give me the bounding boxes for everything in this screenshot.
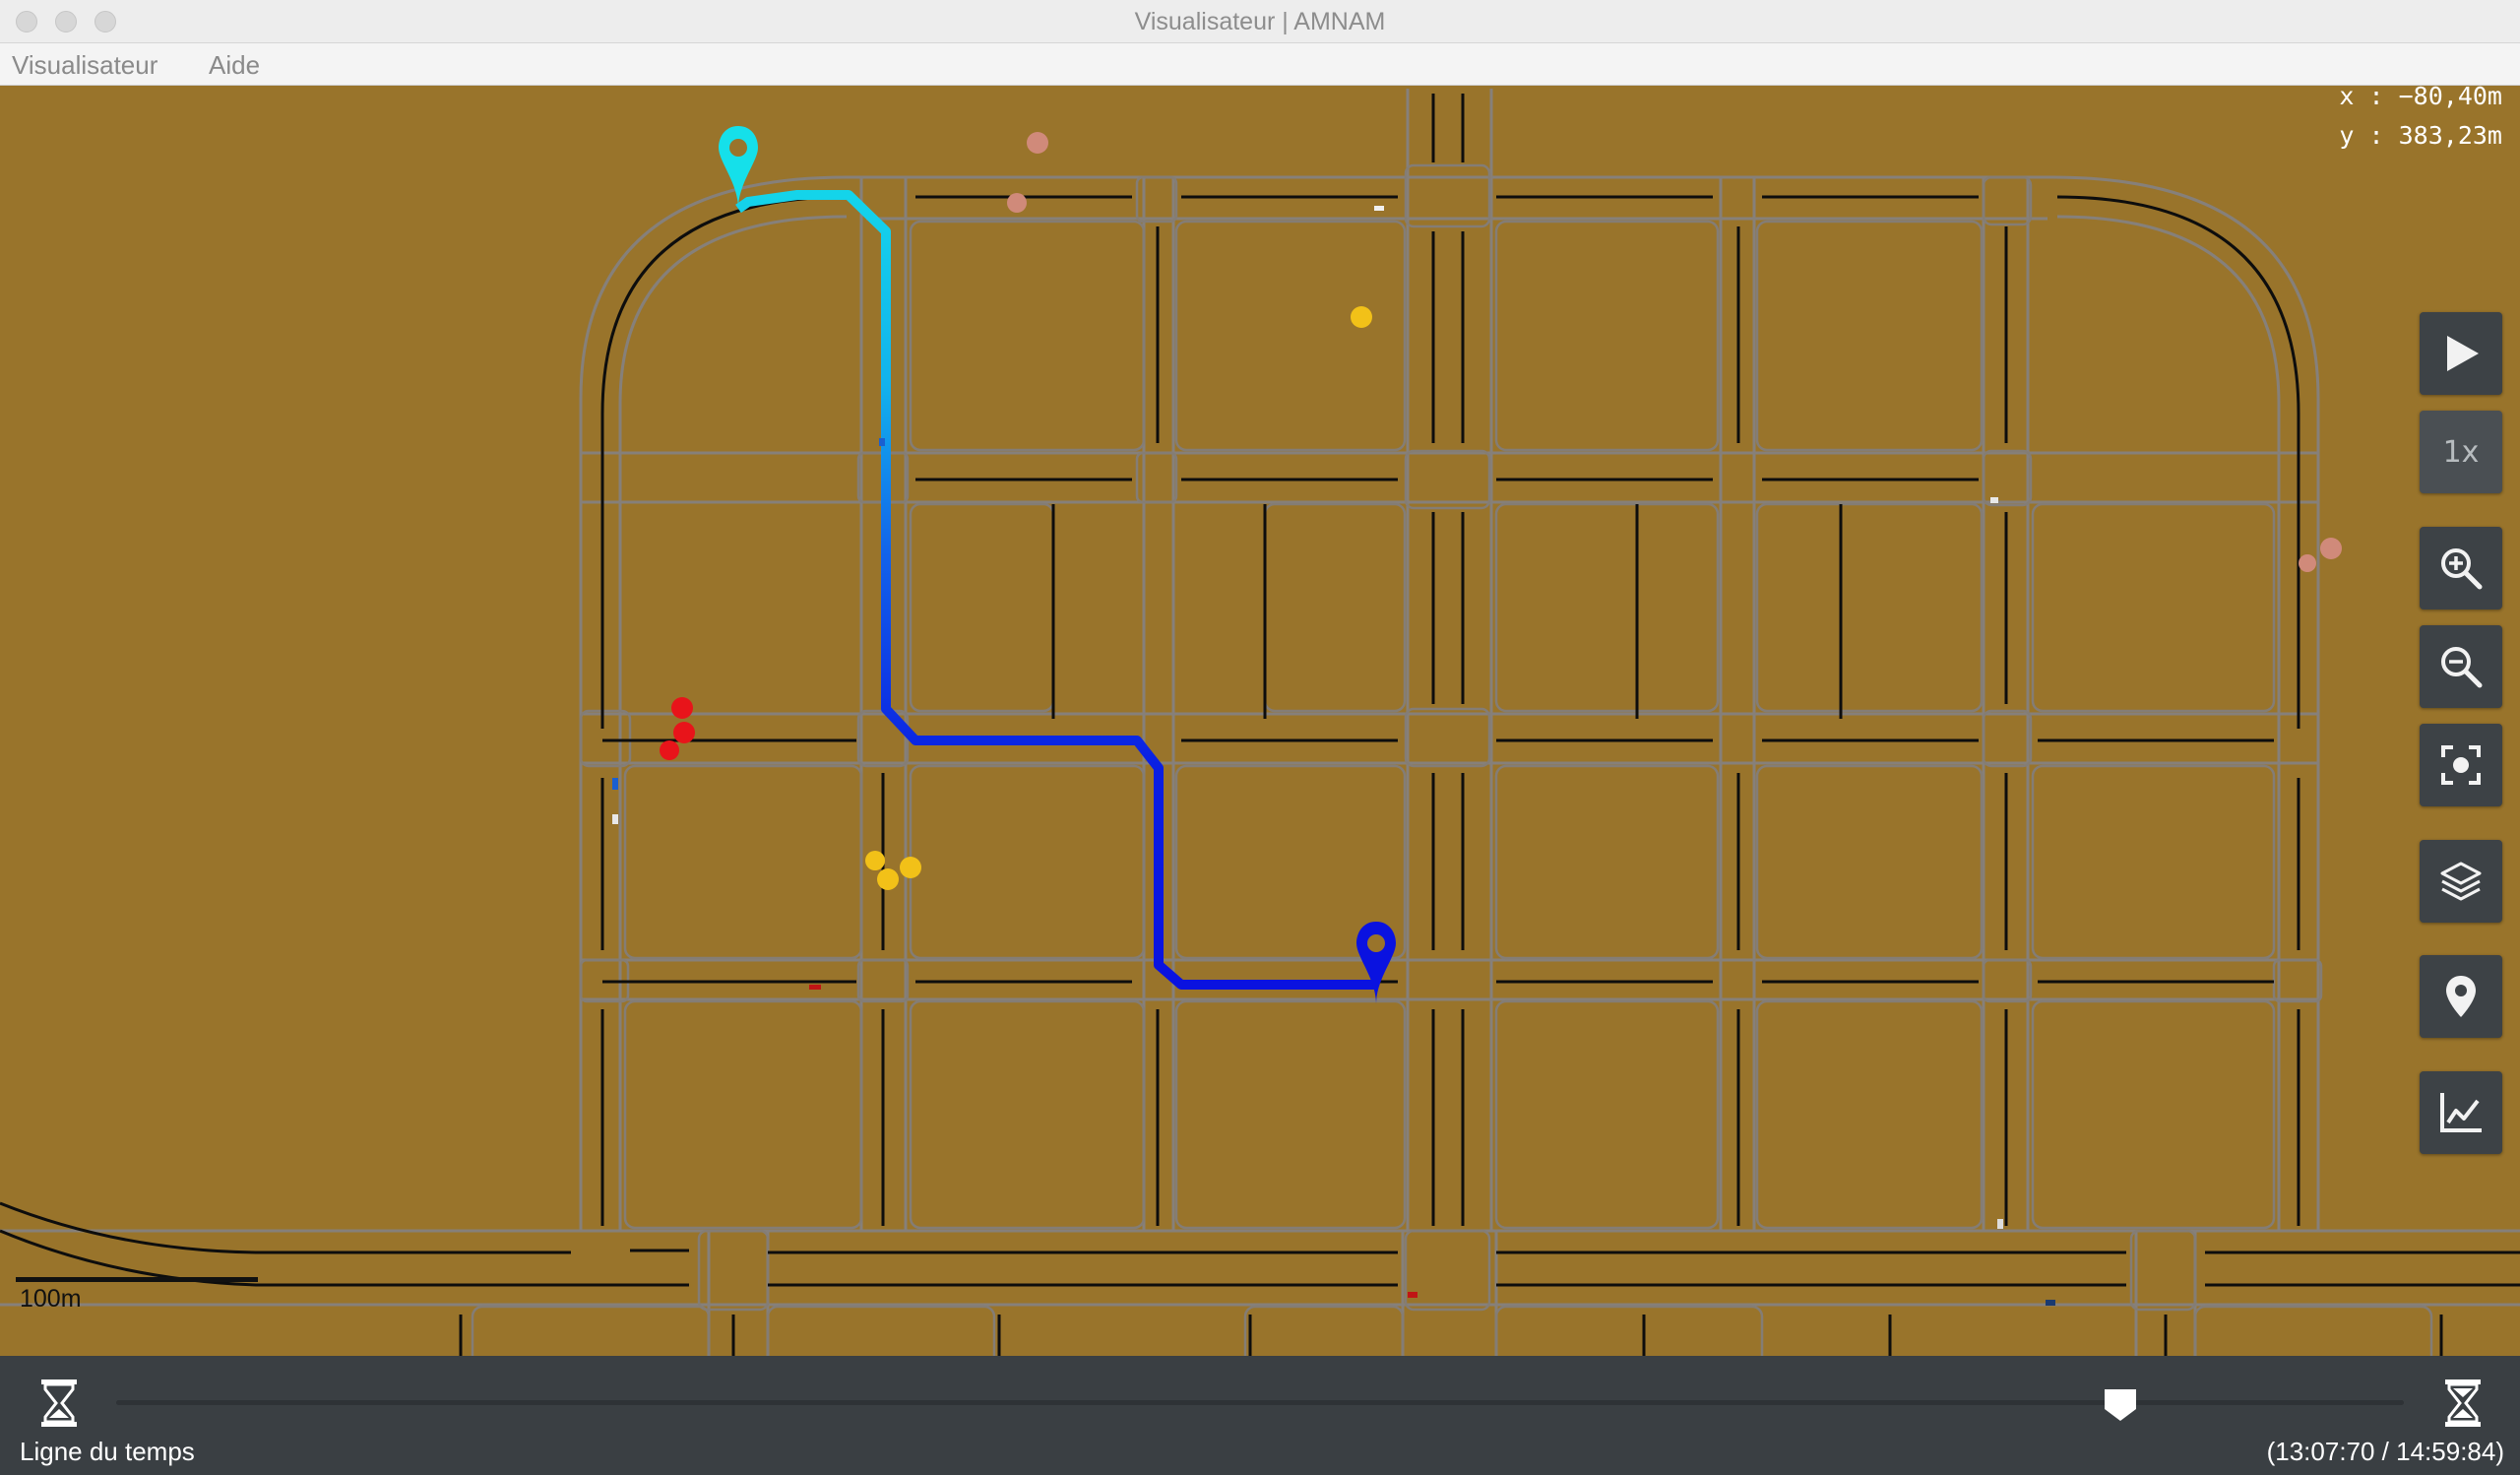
play-icon bbox=[2447, 336, 2479, 371]
play-button[interactable] bbox=[2420, 312, 2502, 395]
city-blocks bbox=[471, 163, 2433, 1356]
timeline-slider-handle[interactable] bbox=[2103, 1387, 2138, 1423]
event-markers bbox=[612, 132, 2342, 1306]
hourglass-start-icon[interactable] bbox=[35, 1378, 83, 1429]
layers-button[interactable] bbox=[2420, 840, 2502, 923]
chart-button[interactable] bbox=[2420, 1071, 2502, 1154]
timeline-label: Ligne du temps bbox=[20, 1437, 195, 1466]
zoom-in-icon bbox=[2441, 548, 2483, 590]
road-network bbox=[0, 89, 2520, 1356]
map-pin-icon bbox=[2446, 976, 2476, 1017]
focus-icon bbox=[2441, 745, 2481, 785]
scale-bar bbox=[16, 1277, 258, 1282]
menu-aide[interactable]: Aide bbox=[209, 50, 260, 81]
timeline-track[interactable] bbox=[116, 1400, 2404, 1405]
layers-icon bbox=[2440, 862, 2482, 901]
app-window: Visualisateur | AMNAM Visualisateur Aide bbox=[0, 0, 2520, 1475]
cursor-x-coordinate: x : −80,40m bbox=[2339, 86, 2502, 110]
title-bar: Visualisateur | AMNAM bbox=[0, 0, 2520, 43]
zoom-out-button[interactable] bbox=[2420, 625, 2502, 708]
chart-icon bbox=[2440, 1093, 2482, 1132]
speed-button[interactable]: 1x bbox=[2420, 411, 2502, 493]
timeline-time: (13:07:70 / 14:59:84) bbox=[2266, 1437, 2504, 1466]
route-end-marker bbox=[1356, 922, 1396, 1004]
window-title: Visualisateur | AMNAM bbox=[1134, 8, 1386, 35]
menu-bar: Visualisateur Aide bbox=[0, 43, 2520, 86]
timeline-panel: Ligne du temps (13:07:70 / 14:59:84) bbox=[0, 1356, 2520, 1475]
hourglass-end-icon[interactable] bbox=[2439, 1378, 2487, 1429]
cursor-y-coordinate: y : 383,23m bbox=[2339, 121, 2502, 150]
scale-label: 100m bbox=[20, 1285, 82, 1313]
lane-markings bbox=[0, 94, 2520, 1356]
focus-button[interactable] bbox=[2420, 724, 2502, 806]
map-drawing bbox=[0, 89, 2520, 1356]
menu-visualisateur[interactable]: Visualisateur bbox=[12, 50, 158, 81]
map-canvas[interactable]: x : −80,40m y : 383,23m 100m bbox=[0, 86, 2520, 1356]
map-pin-button[interactable] bbox=[2420, 955, 2502, 1038]
route-path bbox=[735, 190, 1378, 990]
speed-label: 1x bbox=[2442, 434, 2480, 470]
zoom-out-icon bbox=[2441, 647, 2483, 688]
zoom-in-button[interactable] bbox=[2420, 527, 2502, 609]
